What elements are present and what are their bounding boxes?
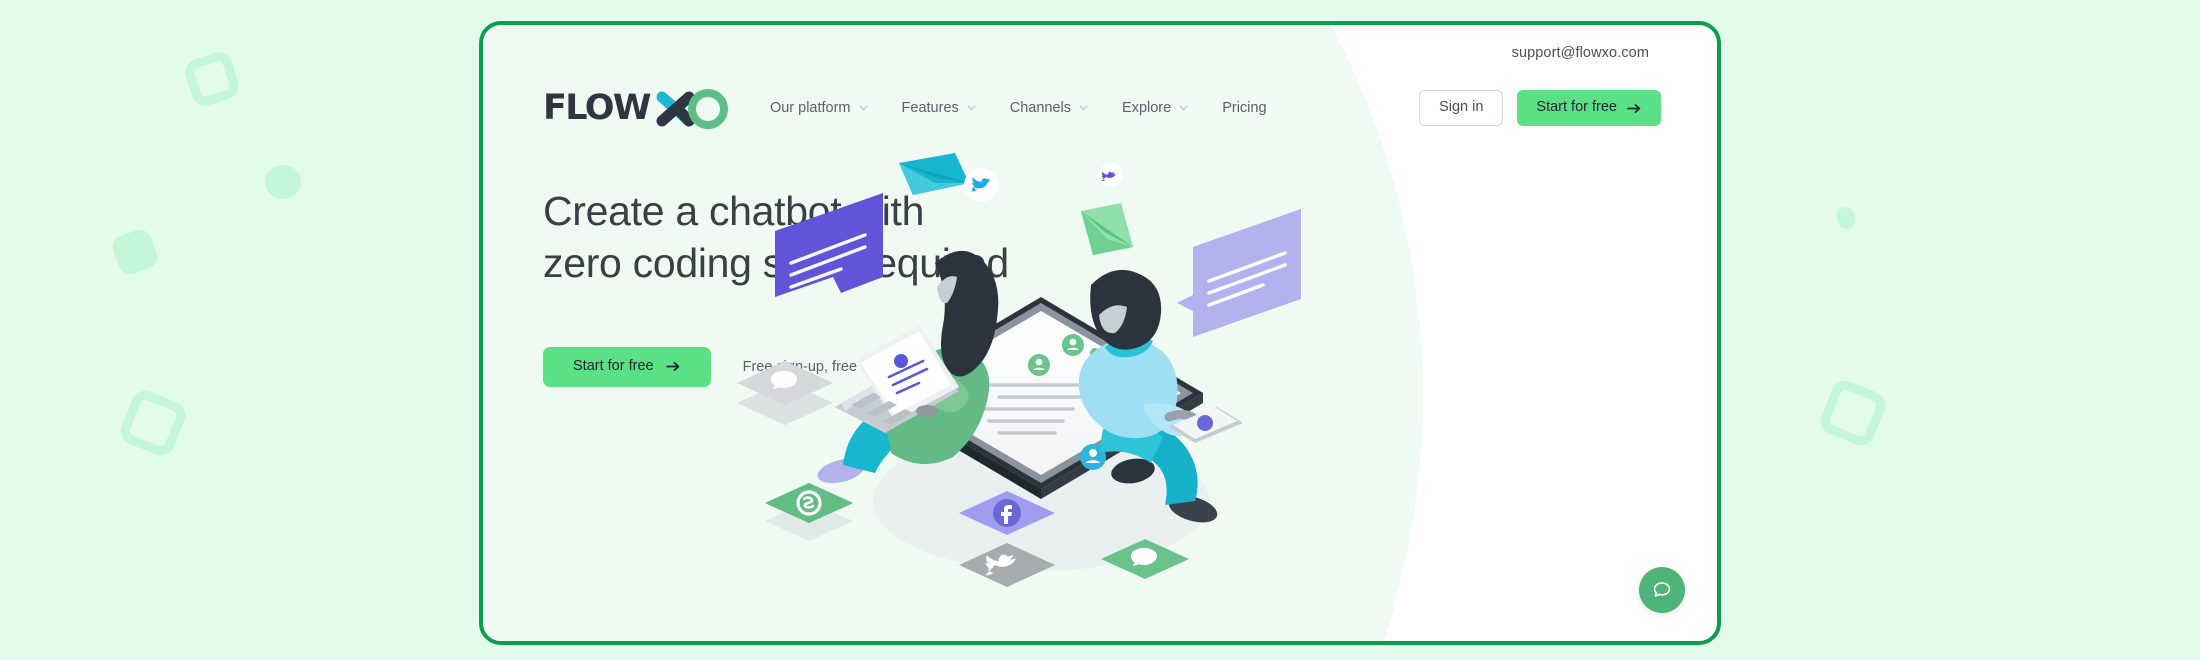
header-actions: Sign in Start for free	[1419, 90, 1661, 126]
site-header: FLOW Our platform Features Channels Expl…	[483, 81, 1717, 135]
chevron-down-icon	[967, 105, 976, 111]
chat-bubble-lavender	[1177, 209, 1301, 337]
nav-label: Pricing	[1222, 100, 1267, 116]
start-for-free-label: Start for free	[1536, 99, 1617, 116]
envelope-green-icon	[1081, 203, 1133, 255]
messenger-tile-icon	[737, 361, 833, 425]
decor-square-shape	[1833, 204, 1859, 232]
twitter-badge-icon	[964, 168, 998, 202]
nav-label: Our platform	[769, 100, 851, 116]
nav-label: Features	[901, 100, 959, 116]
logo-xo-mark	[656, 89, 728, 129]
decor-square-shape	[109, 226, 161, 278]
nav-item-explore[interactable]: Explore	[1122, 100, 1188, 116]
flowxo-logo[interactable]: FLOW	[543, 85, 730, 131]
decor-ring-shape	[116, 386, 190, 460]
decor-ring-shape	[1816, 376, 1890, 450]
nav-label: Explore	[1122, 100, 1172, 116]
arrow-right-icon	[1627, 103, 1641, 113]
arrow-right-icon	[665, 362, 679, 372]
sign-in-button[interactable]: Sign in	[1419, 90, 1504, 126]
hero-illustration	[737, 153, 1301, 587]
main-navigation: Our platform Features Channels Explore P…	[770, 100, 1267, 116]
hero-card: support@flowxo.com FLOW Our platform Fea…	[479, 21, 1721, 645]
skype-tile-icon	[765, 483, 853, 541]
support-email[interactable]: support@flowxo.com	[1512, 45, 1649, 61]
chevron-down-icon	[858, 105, 868, 111]
start-for-free-label: Start for free	[573, 358, 654, 374]
twitter-badge-small-icon	[1099, 163, 1123, 187]
start-for-free-hero-button[interactable]: Start for free	[543, 347, 711, 387]
chevron-down-icon	[1179, 105, 1188, 111]
decor-circle-shape	[265, 165, 301, 199]
chat-bubble-purple	[775, 193, 883, 297]
chat-widget-button[interactable]	[1639, 567, 1685, 613]
nav-item-our-platform[interactable]: Our platform	[770, 100, 868, 116]
chevron-down-icon	[1079, 105, 1088, 111]
start-for-free-header-button[interactable]: Start for free	[1517, 90, 1661, 126]
speech-bubble-icon	[1653, 582, 1671, 597]
decor-ring-shape	[181, 48, 243, 110]
nav-item-channels[interactable]: Channels	[1010, 100, 1088, 116]
logo-wordmark: FLOW	[543, 87, 652, 128]
nav-label: Channels	[1009, 100, 1072, 116]
nav-item-features[interactable]: Features	[902, 100, 976, 116]
nav-item-pricing[interactable]: Pricing	[1222, 100, 1266, 116]
envelope-blue-icon	[899, 153, 969, 195]
